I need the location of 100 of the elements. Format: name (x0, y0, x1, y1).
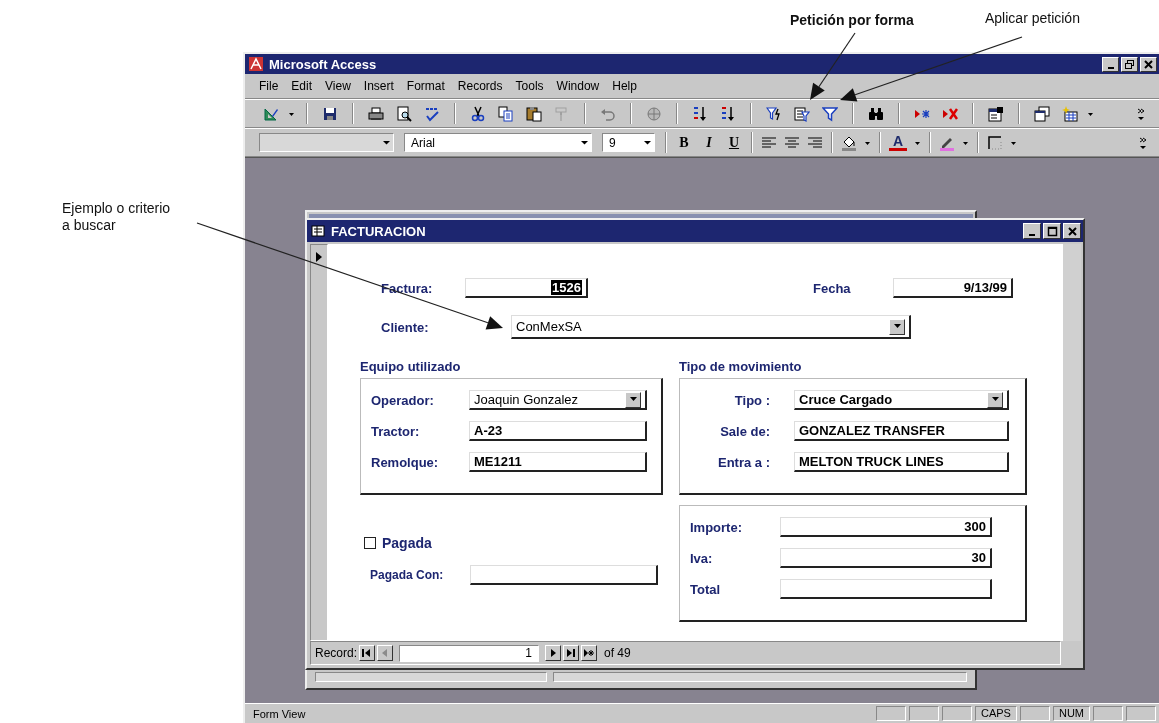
copy-icon[interactable] (498, 105, 514, 122)
text-field[interactable]: 1526 (465, 278, 588, 298)
status-panel (1019, 706, 1050, 721)
italic-button[interactable]: I (700, 134, 718, 151)
minimize-button[interactable] (1023, 223, 1041, 239)
dropdown-field[interactable]: Joaquin Gonzalez (469, 390, 647, 410)
text-field[interactable] (780, 579, 992, 599)
menu-item[interactable]: File (259, 79, 279, 93)
text-field[interactable] (470, 565, 658, 585)
underline-button[interactable]: U (725, 134, 743, 151)
menu-item[interactable]: Window (556, 79, 600, 93)
font-color-button[interactable]: A (889, 134, 907, 151)
dropdown-button[interactable] (625, 391, 641, 408)
status-text: Form View (252, 707, 307, 720)
menu-item[interactable]: Records (457, 79, 503, 93)
field-label: Operador: (371, 392, 435, 408)
text-field[interactable]: ME1211 (469, 452, 647, 472)
window-title: FACTURACION (331, 223, 426, 239)
sort-ascending-icon[interactable] (692, 105, 708, 122)
menu-item[interactable]: Help (612, 79, 637, 93)
new-record-button[interactable] (581, 645, 598, 661)
text-field[interactable]: A-23 (469, 421, 647, 441)
save-icon[interactable] (322, 105, 338, 122)
text-field[interactable]: 300 (780, 517, 992, 537)
navigation-label: Record: (315, 646, 358, 660)
font-combo[interactable]: Arial (404, 133, 592, 152)
new-object-icon[interactable] (1062, 105, 1078, 122)
status-indicator: NUM (1052, 706, 1090, 721)
align-right-icon[interactable] (807, 134, 823, 151)
field-label: Entra a : (717, 454, 770, 470)
clipboard-icon[interactable] (526, 105, 542, 122)
text-field[interactable]: GONZALEZ TRANSFER (794, 421, 1009, 441)
last-record-icon (566, 648, 577, 658)
first-record-button[interactable] (359, 645, 376, 661)
dropdown-field[interactable]: Cruce Cargado (794, 390, 1009, 410)
menu-item[interactable]: Format (406, 79, 445, 93)
last-record-button[interactable] (563, 645, 580, 661)
border-icon[interactable] (987, 134, 1003, 151)
filter-by-form-icon[interactable] (794, 105, 810, 122)
caret-icon (629, 397, 637, 402)
checkbox-label: Pagada (382, 535, 432, 551)
close-button[interactable] (1063, 223, 1081, 239)
dropdown-button[interactable] (987, 391, 1003, 408)
menu-item[interactable]: Tools (515, 79, 544, 93)
database-window-icon[interactable] (1034, 105, 1050, 122)
align-center-icon[interactable] (784, 134, 800, 151)
paint-bucket-icon[interactable] (841, 134, 857, 151)
record-selector[interactable] (310, 244, 328, 641)
close-button[interactable] (1140, 56, 1157, 72)
menu-item[interactable]: Edit (291, 79, 313, 93)
current-record-icon (315, 251, 323, 263)
filter-selection-icon[interactable] (766, 105, 782, 122)
record-number-field[interactable]: 1 (399, 644, 540, 662)
minimize-button[interactable] (1102, 56, 1119, 72)
dropdown-button[interactable] (889, 318, 905, 335)
close-icon (1143, 58, 1154, 70)
field-label: Cliente: (381, 319, 430, 335)
maximize-button[interactable] (1043, 223, 1061, 239)
field-label: Iva: (690, 550, 714, 566)
text-field[interactable]: MELTON TRUCK LINES (794, 452, 1009, 472)
field-label: Total (690, 581, 722, 597)
menu-item[interactable]: View (325, 79, 351, 93)
maximize-icon (1046, 225, 1058, 237)
minimize-icon (1029, 233, 1035, 236)
close-icon (1066, 225, 1078, 237)
field-label: Pagada Con: (370, 568, 445, 582)
callout-label: Petición por forma (790, 12, 915, 29)
caret-icon (893, 324, 901, 329)
font-size-combo[interactable]: 9 (602, 133, 655, 152)
checkbox[interactable] (364, 537, 376, 549)
next-record-button[interactable] (545, 645, 562, 661)
filter-icon[interactable] (822, 105, 838, 122)
restore-button[interactable] (1121, 56, 1138, 72)
scissors-icon[interactable] (470, 105, 486, 122)
properties-icon[interactable] (988, 105, 1004, 122)
field-label: Tractor: (371, 423, 421, 439)
text-field[interactable]: 30 (780, 548, 992, 568)
window-title: Microsoft Access (269, 56, 377, 72)
field-label: Importe: (690, 519, 743, 535)
callout-label: Aplicar petición (985, 10, 1081, 27)
binoculars-icon[interactable] (868, 105, 884, 122)
app-icon (248, 56, 264, 72)
align-left-icon[interactable] (761, 134, 777, 151)
date-field[interactable]: 9/13/99 (893, 278, 1013, 298)
status-indicator: CAPS (974, 706, 1017, 721)
field-label: Tipo : (733, 392, 770, 408)
spell-check-icon[interactable] (424, 105, 440, 122)
group-heading: Equipo utilizado (360, 359, 462, 374)
sort-descending-icon[interactable] (720, 105, 736, 122)
field-label: Factura: (381, 280, 434, 296)
status-panel (875, 706, 906, 721)
printer-icon[interactable] (368, 105, 384, 122)
menu-item[interactable]: Insert (363, 79, 394, 93)
first-record-icon (362, 648, 373, 658)
status-panel (908, 706, 939, 721)
bold-button[interactable]: B (675, 134, 693, 151)
dropdown-field[interactable]: ConMexSA (511, 315, 911, 339)
print-preview-icon[interactable] (396, 105, 412, 122)
status-panel (1093, 706, 1123, 721)
caret-icon (580, 140, 588, 145)
